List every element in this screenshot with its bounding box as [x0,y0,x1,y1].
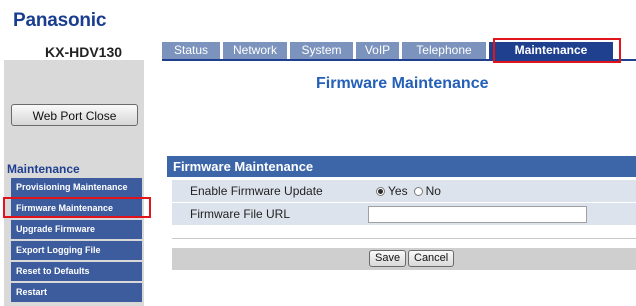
save-button[interactable]: Save [369,250,407,267]
enable-firmware-update-label: Enable Firmware Update [190,184,323,198]
sidebar-item-reset-to-defaults[interactable]: Reset to Defaults [11,262,142,281]
radio-yes-label: Yes [388,184,408,198]
firmware-file-url-label: Firmware File URL [190,207,291,221]
sidebar-item-provisioning-maintenance[interactable]: Provisioning Maintenance [11,178,142,197]
tab-system[interactable]: System [290,42,356,59]
sidebar-heading: Maintenance [7,162,80,176]
enable-firmware-update-row: Enable Firmware Update Yes No [172,180,636,202]
section-header: Firmware Maintenance [167,156,636,177]
model-name: KX-HDV130 [45,44,123,60]
radio-no-label: No [425,184,441,198]
top-nav-tabs: Status Network System VoIP Telephone Mai… [162,42,616,59]
sidebar-item-firmware-maintenance[interactable]: Firmware Maintenance [11,199,142,218]
web-port-close-button[interactable]: Web Port Close [11,104,138,126]
sidebar-item-upgrade-firmware[interactable]: Upgrade Firmware [11,220,142,239]
tab-status[interactable]: Status [162,42,223,59]
enable-update-radio-group: Yes No [370,184,441,198]
panasonic-logo: Panasonic [13,10,107,31]
radio-yes[interactable] [376,186,385,196]
firmware-file-url-input[interactable] [368,206,587,223]
tab-voip[interactable]: VoIP [356,42,402,59]
page-title: Firmware Maintenance [316,75,489,92]
action-bar: Save Cancel [172,248,636,270]
divider [172,238,636,239]
tab-telephone[interactable]: Telephone [402,42,489,59]
firmware-file-url-row: Firmware File URL [172,203,636,225]
sidebar-item-export-logging-file[interactable]: Export Logging File [11,241,142,260]
tab-underline [162,59,636,61]
sidebar-item-restart[interactable]: Restart [11,283,142,302]
radio-no[interactable] [413,186,423,196]
cancel-button[interactable]: Cancel [408,250,455,267]
tab-maintenance[interactable]: Maintenance [489,42,616,59]
tab-network[interactable]: Network [223,42,290,59]
